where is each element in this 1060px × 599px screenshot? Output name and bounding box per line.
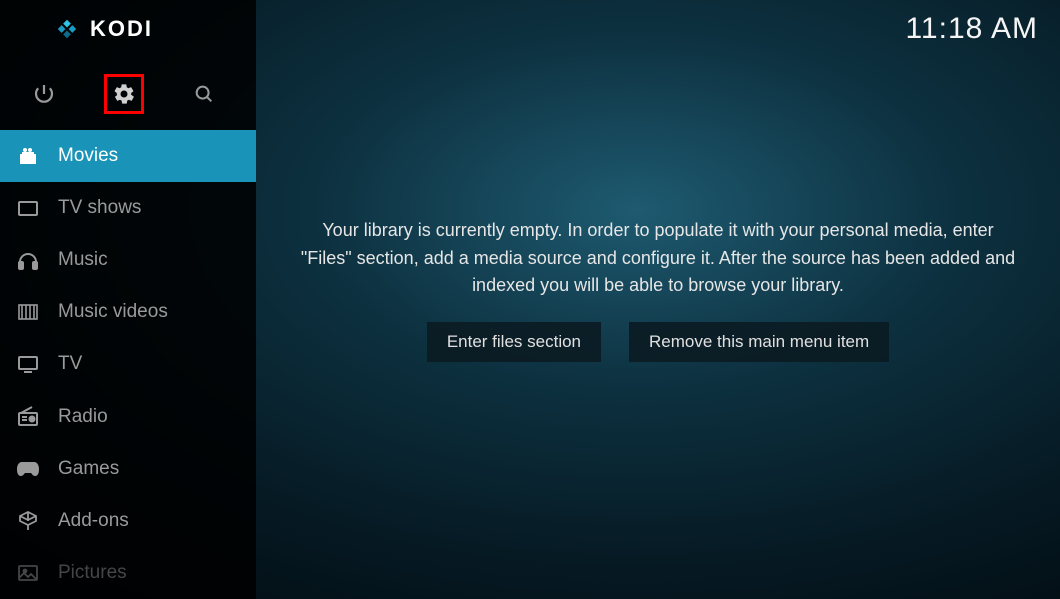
sidebar-item-games[interactable]: Games (0, 443, 256, 495)
main-content: Your library is currently empty. In orde… (256, 0, 1060, 599)
radio-icon (14, 403, 42, 431)
sidebar-item-tv[interactable]: TV (0, 338, 256, 390)
sidebar-item-musicvideos[interactable]: Music videos (0, 286, 256, 338)
music-icon (14, 246, 42, 274)
sidebar-item-label: Add-ons (58, 510, 129, 532)
sidebar-item-music[interactable]: Music (0, 234, 256, 286)
sidebar-item-label: Games (58, 458, 119, 480)
search-button[interactable] (184, 74, 224, 114)
sidebar-item-pictures[interactable]: Pictures (0, 547, 256, 599)
movie-icon (14, 142, 42, 170)
sidebar-item-label: TV (58, 353, 82, 375)
sidebar-item-label: TV shows (58, 197, 141, 219)
brand: KODI (0, 0, 256, 58)
sidebar-item-label: Music (58, 249, 108, 271)
sidebar-item-label: Music videos (58, 301, 168, 323)
sidebar-item-label: Pictures (58, 562, 127, 584)
pictures-icon (14, 559, 42, 587)
gear-icon (112, 82, 136, 106)
search-icon (193, 83, 215, 105)
power-button[interactable] (24, 74, 64, 114)
sidebar-item-movies[interactable]: Movies (0, 130, 256, 182)
remove-menu-item-button[interactable]: Remove this main menu item (629, 322, 889, 362)
enter-files-button[interactable]: Enter files section (427, 322, 601, 362)
sidebar-item-label: Radio (58, 406, 108, 428)
sidebar-item-label: Movies (58, 145, 118, 167)
power-icon (32, 82, 56, 106)
games-icon (14, 455, 42, 483)
sidebar-menu: Movies TV shows Music Music videos TV (0, 130, 256, 599)
settings-button[interactable] (104, 74, 144, 114)
sidebar-item-tvshows[interactable]: TV shows (0, 182, 256, 234)
tv-icon (14, 350, 42, 378)
brand-name: KODI (90, 16, 153, 42)
addons-icon (14, 507, 42, 535)
toolbar (0, 58, 256, 130)
empty-library-message: Your library is currently empty. In orde… (296, 217, 1020, 301)
musicvid-icon (14, 298, 42, 326)
action-button-row: Enter files section Remove this main men… (427, 322, 889, 362)
kodi-logo-icon (54, 16, 80, 42)
sidebar-item-addons[interactable]: Add-ons (0, 495, 256, 547)
sidebar: KODI (0, 0, 256, 599)
sidebar-item-radio[interactable]: Radio (0, 391, 256, 443)
tvshows-icon (14, 194, 42, 222)
